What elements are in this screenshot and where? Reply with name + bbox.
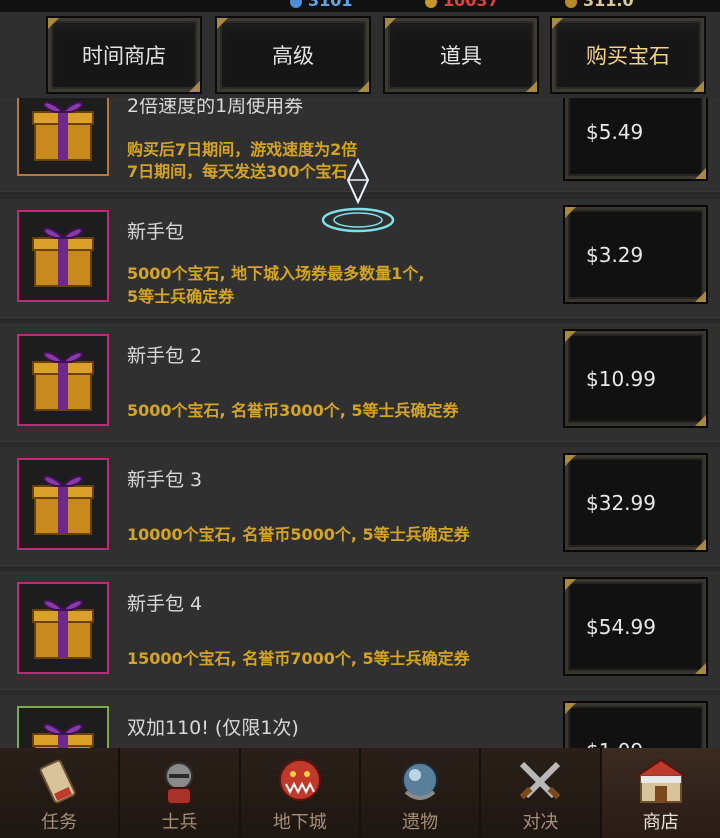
price-button[interactable]: $54.99 — [563, 577, 708, 676]
price-label: $10.99 — [586, 366, 656, 391]
gem-counter: 3101 — [290, 0, 353, 10]
tab-label: 高级 — [272, 44, 314, 68]
list-item: 新手包 2 5000个宝石, 名誉币3000个, 5等士兵确定券 $10.99 — [0, 322, 720, 442]
price-label: $3.29 — [586, 242, 644, 267]
list-item: 双加110! (仅限1次) $1.09 — [0, 694, 720, 748]
item-title: 2倍速度的1周使用券 — [127, 98, 304, 117]
nav-quests[interactable]: 任务 — [0, 748, 121, 838]
medal-icon — [425, 0, 437, 8]
nav-label: 任务 — [41, 812, 78, 833]
nav-shop[interactable]: 商店 — [601, 748, 720, 838]
nav-soldiers[interactable]: 士兵 — [120, 748, 241, 838]
gold-counter: 311.0 — [565, 0, 634, 10]
nav-label: 地下城 — [272, 812, 327, 833]
gift-box-icon — [32, 351, 94, 411]
item-thumbnail — [17, 582, 109, 674]
nav-duel[interactable]: 对决 — [481, 748, 602, 838]
item-thumbnail — [17, 98, 109, 176]
price-button[interactable]: $10.99 — [563, 329, 708, 428]
soldier-icon — [165, 762, 194, 805]
gift-box-icon — [32, 723, 94, 748]
nav-label: 对决 — [522, 812, 559, 833]
medal-count: 10037 — [443, 0, 499, 10]
tab-items[interactable]: 道具 — [383, 16, 539, 94]
tab-label: 道具 — [440, 44, 482, 68]
item-title: 新手包 — [127, 221, 185, 243]
price-label: $54.99 — [586, 614, 656, 639]
tab-premium[interactable]: 高级 — [215, 16, 371, 94]
item-description: 15000个宝石, 名誉币7000个, 5等士兵确定券 — [127, 649, 470, 668]
item-description: 10000个宝石, 名誉币5000个, 5等士兵确定券 — [127, 525, 470, 544]
nav-relics[interactable]: 遗物 — [360, 748, 482, 838]
gem-icon — [290, 0, 302, 8]
price-button[interactable]: $1.09 — [563, 701, 708, 749]
orb-icon — [402, 762, 439, 800]
tab-buy-gems[interactable]: 购买宝石 — [550, 16, 706, 94]
gift-box-icon — [32, 475, 94, 535]
item-thumbnail — [17, 334, 109, 426]
price-button[interactable]: $5.49 — [563, 98, 708, 181]
scroll-icon — [39, 759, 76, 804]
bottom-nav: 任务 士兵 地下城 遗物 对决 商店 — [0, 748, 720, 838]
item-description: 5000个宝石, 名誉币3000个, 5等士兵确定券 — [127, 401, 459, 420]
gold-icon — [565, 0, 577, 8]
nav-dungeon[interactable]: 地下城 — [240, 748, 361, 838]
tab-time-shop[interactable]: 时间商店 — [46, 16, 202, 94]
item-thumbnail — [17, 706, 109, 748]
item-title: 新手包 2 — [127, 345, 203, 367]
item-description: 7日期间，每天发送300个宝石 — [127, 162, 348, 181]
shop-tab-bar: 时间商店 高级 道具 购买宝石 — [0, 12, 720, 98]
gift-box-icon — [32, 599, 94, 659]
item-thumbnail — [17, 458, 109, 550]
crossed-swords-icon — [520, 761, 561, 800]
gold-count: 311.0 — [583, 0, 634, 10]
tab-label: 购买宝石 — [586, 44, 670, 68]
monster-icon — [278, 759, 321, 801]
gift-box-icon — [32, 227, 94, 287]
gift-box-icon — [32, 101, 94, 161]
item-title: 新手包 3 — [127, 469, 203, 491]
price-label: $1.09 — [586, 739, 643, 749]
nav-label: 遗物 — [402, 812, 439, 833]
tab-label: 时间商店 — [82, 44, 166, 68]
list-item: 新手包 4 15000个宝石, 名誉币7000个, 5等士兵确定券 $54.99 — [0, 570, 720, 690]
item-description: 5等士兵确定券 — [127, 287, 235, 306]
list-item: 新手包 3 10000个宝石, 名誉币5000个, 5等士兵确定券 $32.99 — [0, 446, 720, 566]
item-title: 双加110! (仅限1次) — [127, 717, 299, 739]
item-thumbnail — [17, 210, 109, 302]
price-label: $5.49 — [586, 119, 644, 144]
item-title: 新手包 4 — [127, 593, 203, 615]
nav-label: 商店 — [642, 812, 679, 833]
price-label: $32.99 — [586, 490, 656, 515]
item-description: 5000个宝石, 地下城入场券最多数量1个, — [127, 264, 425, 283]
price-button[interactable]: $3.29 — [563, 205, 708, 304]
tap-marker-icon — [321, 158, 395, 233]
shop-icon — [633, 758, 689, 803]
resource-bar: 3101 10037 311.0 — [0, 0, 720, 12]
gem-count: 3101 — [308, 0, 353, 10]
nav-label: 士兵 — [161, 812, 198, 833]
medal-counter: 10037 — [425, 0, 499, 10]
price-button[interactable]: $32.99 — [563, 453, 708, 552]
